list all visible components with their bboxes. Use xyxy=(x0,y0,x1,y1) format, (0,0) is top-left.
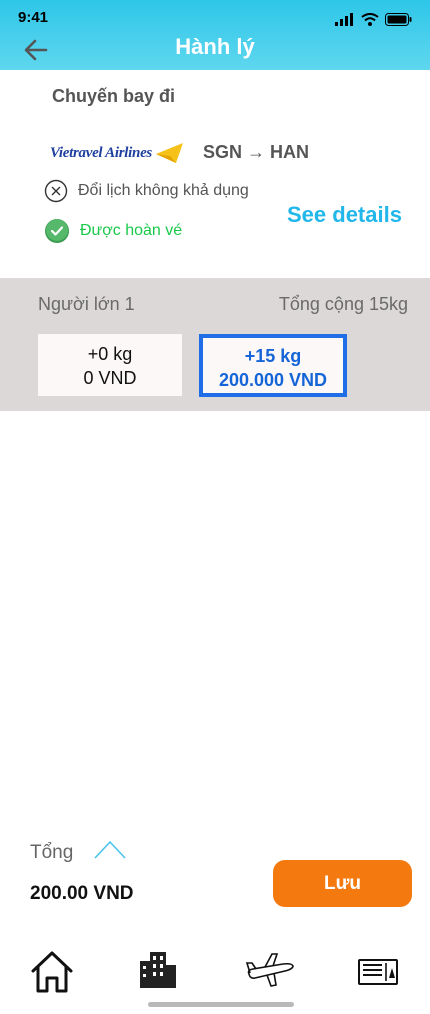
save-button[interactable]: Lưu xyxy=(273,860,412,907)
option-weight: +0 kg xyxy=(87,344,133,364)
page-title: Hành lý xyxy=(175,34,255,59)
airplane-icon[interactable] xyxy=(245,950,295,990)
bottom-nav xyxy=(0,950,430,1000)
close-circle-icon xyxy=(44,179,68,203)
baggage-option-0kg[interactable]: +0 kg 0 VND xyxy=(38,334,182,396)
see-details-link[interactable]: See details xyxy=(287,202,402,228)
building-icon[interactable] xyxy=(140,950,180,990)
passenger-label: Người lớn 1 xyxy=(38,294,135,314)
reschedule-text: Đổi lịch không khả dụng xyxy=(78,182,249,199)
airline-name: Vietravel Airlines xyxy=(50,144,152,161)
ticket-icon[interactable] xyxy=(358,950,400,990)
home-icon[interactable] xyxy=(30,950,74,994)
check-circle-icon xyxy=(45,219,69,243)
baggage-panel: Người lớn 1 Tổng cộng 15kg +0 kg 0 VND +… xyxy=(0,278,430,411)
home-indicator xyxy=(148,1002,294,1007)
baggage-option-15kg[interactable]: +15 kg 200.000 VND xyxy=(199,334,347,397)
total-weight-label: Tổng cộng 15kg xyxy=(278,294,408,314)
wifi-icon xyxy=(361,13,379,26)
status-time: 9:41 xyxy=(18,9,49,26)
refund-text: Được hoàn vé xyxy=(80,222,183,239)
total-price: 200.00 VND xyxy=(30,883,134,904)
airline-logo: Vietravel Airlines xyxy=(50,142,184,164)
flight-route: SGN → HAN xyxy=(203,142,310,162)
app-header: 9:41 Hành lý xyxy=(0,0,430,70)
option-price: 0 VND xyxy=(83,368,137,388)
signal-icon xyxy=(335,13,353,26)
option-price: 200.000 VND xyxy=(218,370,328,390)
reschedule-policy: Đổi lịch không khả dụng xyxy=(44,179,249,203)
total-label: Tổng xyxy=(30,842,74,863)
chevron-up-icon[interactable] xyxy=(94,838,126,860)
battery-icon xyxy=(385,13,412,26)
option-weight: +15 kg xyxy=(244,346,302,366)
refund-policy: Được hoàn vé xyxy=(44,218,182,244)
airline-wing-icon xyxy=(155,143,183,163)
status-icons xyxy=(335,13,412,26)
section-title: Chuyến bay đi xyxy=(52,86,176,106)
